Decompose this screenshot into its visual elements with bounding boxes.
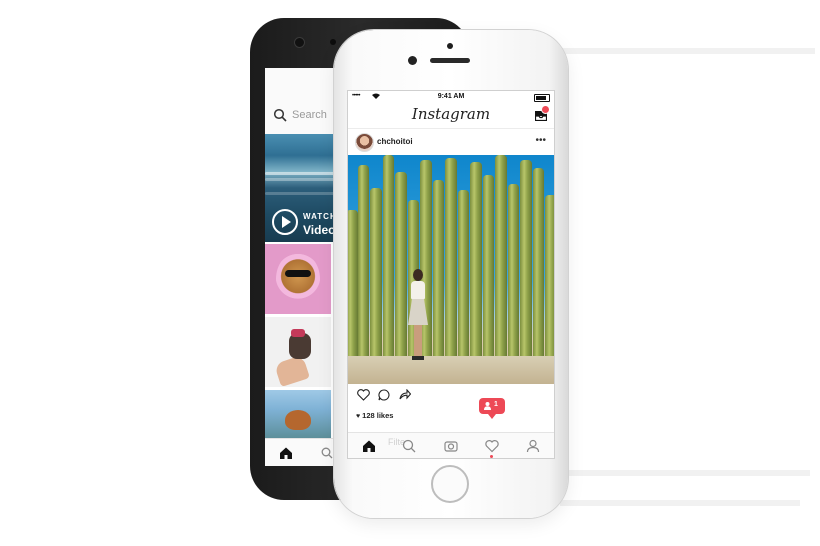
home-icon[interactable]	[279, 446, 293, 460]
post-header: chchoitoi •••	[348, 129, 554, 155]
app-logo: Instagram	[411, 105, 491, 123]
background-stripe	[560, 48, 815, 54]
search-icon	[273, 108, 287, 122]
cactus	[483, 175, 494, 360]
front-camera	[408, 56, 417, 65]
home-icon[interactable]	[362, 439, 376, 453]
search-placeholder: Search	[292, 109, 327, 121]
battery-level	[536, 96, 546, 100]
home-button[interactable]	[431, 465, 469, 503]
avatar[interactable]	[355, 133, 374, 152]
post-username[interactable]: chchoitoi	[377, 137, 413, 146]
food-photo	[285, 410, 311, 430]
ground	[348, 356, 554, 384]
dog-photo	[276, 252, 320, 306]
background-stripe	[560, 500, 800, 506]
comment-icon[interactable]	[378, 389, 390, 401]
back-phone-camera	[294, 37, 305, 48]
activity-icon[interactable]	[485, 439, 499, 453]
app-header: Instagram	[348, 103, 554, 129]
tab-bar: Filte	[348, 432, 554, 458]
more-options-icon[interactable]: •••	[535, 135, 546, 146]
phone-sensor	[447, 43, 453, 49]
explore-photo-tile[interactable]	[265, 390, 331, 438]
cactus	[370, 188, 382, 360]
post-actions	[348, 384, 554, 406]
activity-notification-bubble[interactable]: 1	[479, 398, 505, 419]
likes-count[interactable]: ♥ 128 likes	[356, 411, 393, 420]
feed-screen: ••••• 9:41 AM Instagram chchoitoi ••• ♥ …	[347, 90, 555, 459]
notification-count: 1	[494, 401, 498, 408]
battery-icon	[534, 94, 550, 102]
shoes	[412, 356, 424, 360]
play-triangle	[282, 216, 291, 228]
camera-icon[interactable]	[444, 439, 458, 453]
cactus	[495, 155, 507, 360]
front-phone: ••••• 9:41 AM Instagram chchoitoi ••• ♥ …	[334, 30, 568, 518]
cactus	[520, 160, 532, 360]
sunglasses	[285, 270, 311, 277]
share-icon[interactable]	[399, 389, 411, 400]
likes-label: 128 likes	[362, 411, 394, 420]
person-icon	[484, 402, 491, 410]
like-icon[interactable]	[357, 389, 370, 401]
back-phone-sensor	[330, 39, 336, 45]
cactus	[395, 172, 407, 360]
hand	[274, 354, 310, 387]
inbox-badge	[541, 105, 550, 114]
watch-label: WATCH	[303, 212, 337, 221]
cactus	[358, 165, 369, 360]
video-label: Video	[303, 223, 336, 237]
post-photo[interactable]	[348, 155, 554, 384]
search-icon[interactable]	[321, 447, 333, 459]
woman-figure	[408, 269, 428, 369]
background-stripe	[560, 470, 810, 476]
cactus	[433, 180, 444, 360]
cactus	[545, 195, 554, 360]
search-icon[interactable]	[402, 439, 416, 453]
explore-photo-tile[interactable]	[265, 244, 331, 314]
cactus	[383, 155, 394, 360]
head	[413, 269, 423, 281]
cactus	[533, 168, 544, 360]
status-time: 9:41 AM	[437, 93, 465, 100]
legs	[414, 325, 422, 357]
bow	[291, 329, 305, 337]
cactus	[445, 158, 457, 360]
profile-icon[interactable]	[526, 439, 540, 453]
explore-photo-tile[interactable]	[265, 317, 331, 387]
cactus	[348, 210, 358, 360]
status-bar: ••••• 9:41 AM	[348, 91, 554, 103]
play-icon[interactable]	[272, 209, 298, 235]
activity-indicator-dot	[490, 455, 493, 458]
skirt	[408, 299, 428, 325]
shirt	[411, 281, 425, 299]
heart-icon: ♥	[356, 413, 361, 420]
cactus	[508, 184, 519, 360]
cactus	[470, 162, 482, 360]
cactus	[458, 190, 469, 360]
earpiece-speaker	[430, 58, 470, 63]
